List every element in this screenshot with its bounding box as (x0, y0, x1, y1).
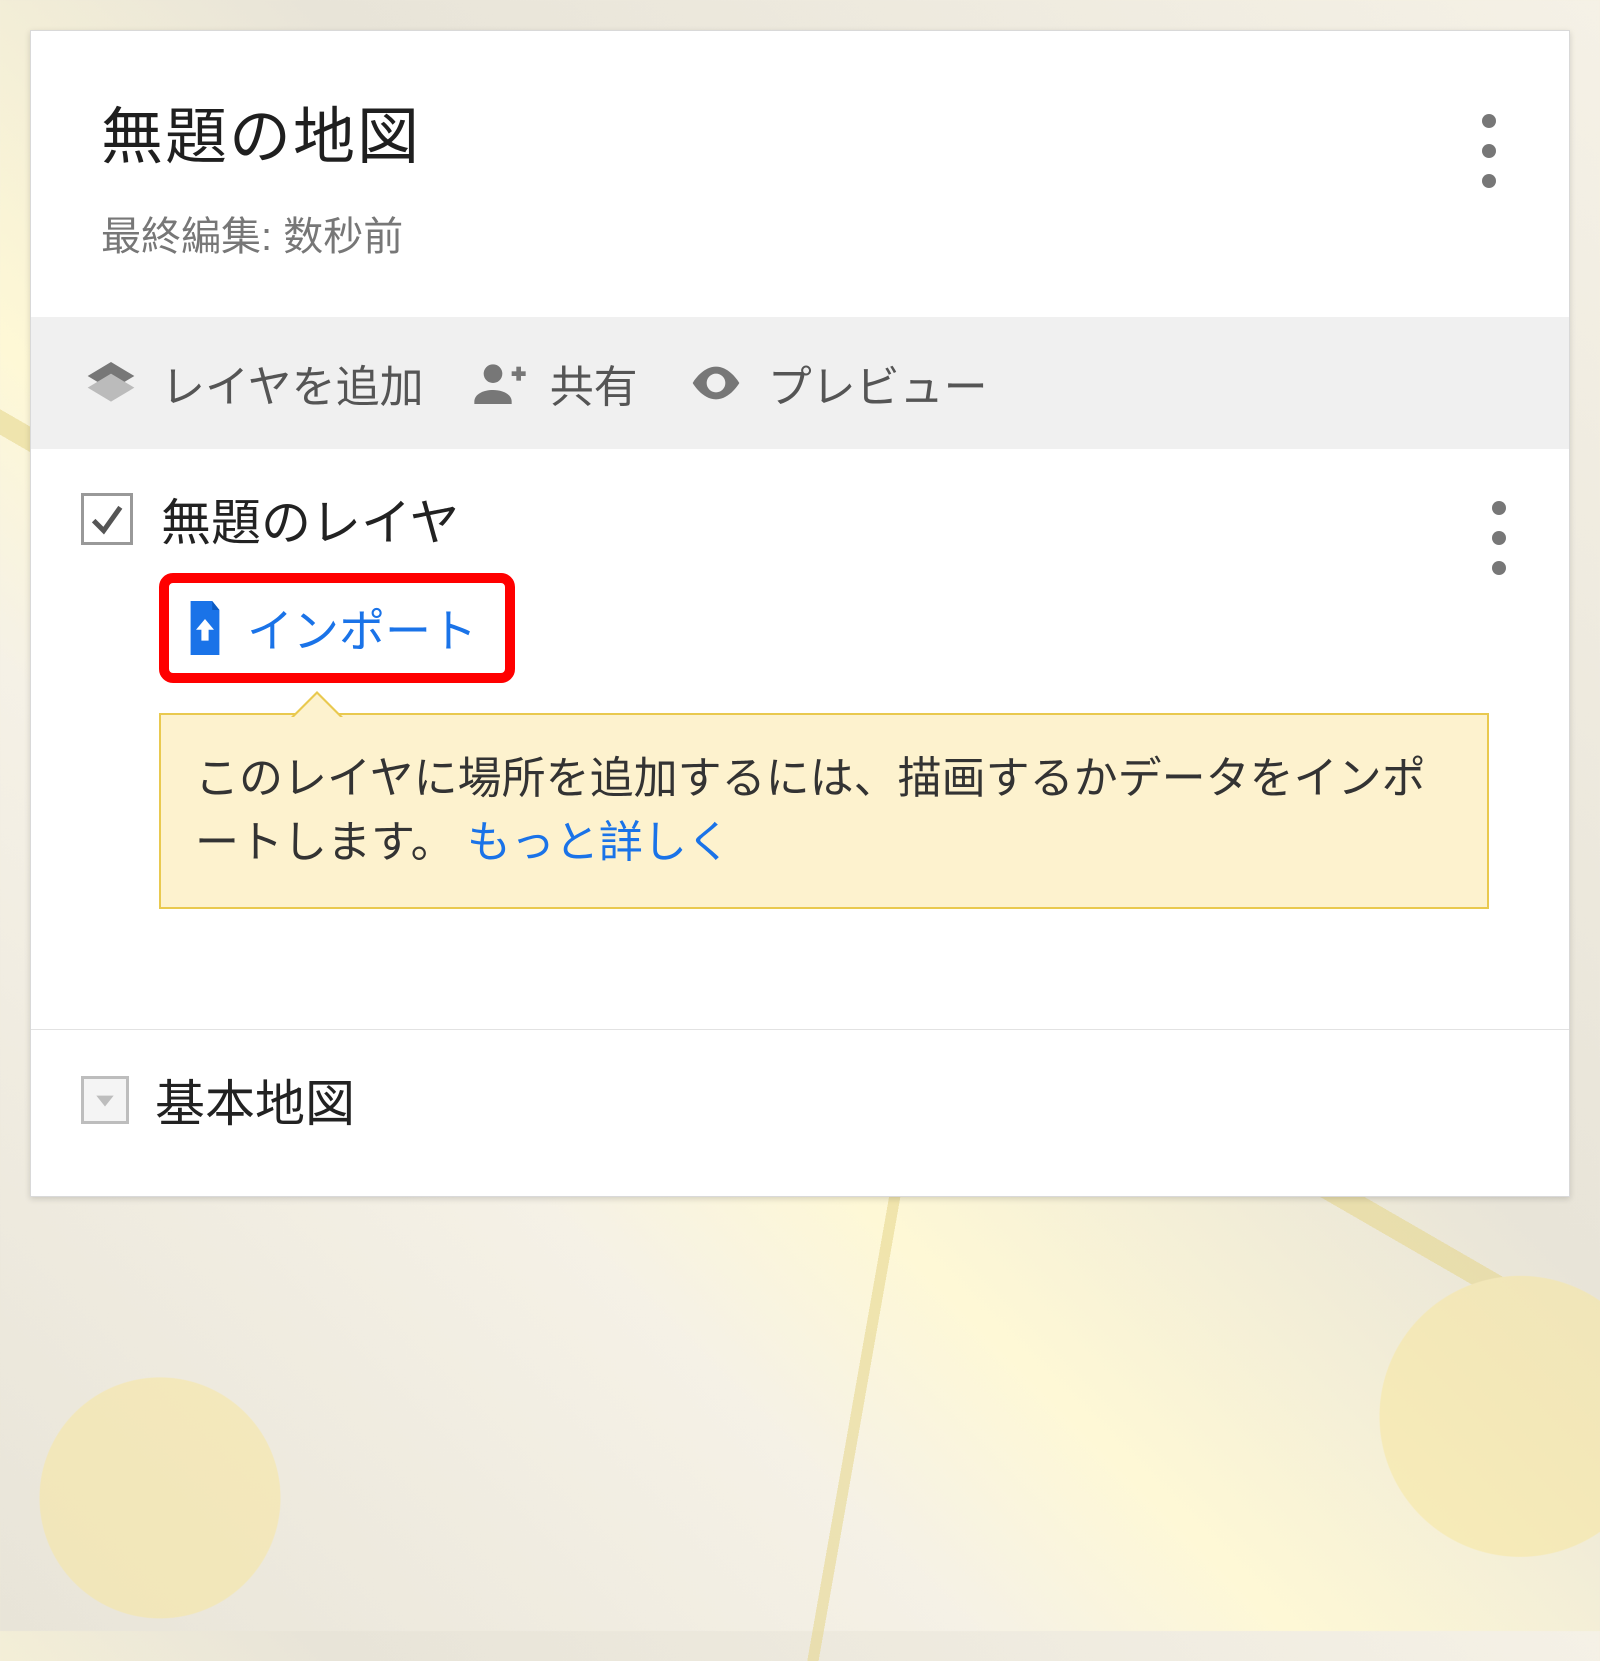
import-button[interactable]: インポート (159, 573, 515, 683)
kebab-dot-icon (1492, 531, 1506, 545)
import-label: インポート (247, 595, 477, 661)
layer-section: 無題のレイヤ インポート このレイヤに場所を追加するには、描画するかデータをイン… (31, 449, 1569, 1029)
person-add-icon (472, 355, 528, 411)
chevron-down-icon (92, 1087, 118, 1113)
share-button[interactable]: 共有 (472, 351, 638, 415)
eye-icon (686, 355, 746, 411)
upload-file-icon (183, 601, 227, 655)
map-editor-panel: 無題の地図 最終編集: 数秒前 レイヤを追加 (30, 30, 1570, 1197)
panel-header: 無題の地図 最終編集: 数秒前 (31, 31, 1569, 317)
map-menu-button[interactable] (1459, 106, 1519, 196)
action-bar: レイヤを追加 共有 プレビュー (31, 317, 1569, 449)
preview-button[interactable]: プレビュー (686, 351, 988, 415)
layer-header: 無題のレイヤ (81, 483, 1519, 555)
layer-name[interactable]: 無題のレイヤ (161, 483, 460, 555)
layer-menu-button[interactable] (1469, 493, 1529, 583)
base-map-label: 基本地図 (155, 1064, 355, 1136)
last-edit-label: 最終編集: 数秒前 (101, 204, 1499, 262)
base-map-dropdown[interactable] (81, 1076, 129, 1124)
add-layer-button[interactable]: レイヤを追加 (83, 351, 424, 415)
layer-tooltip: このレイヤに場所を追加するには、描画するかデータをインポートします。 もっと詳し… (159, 713, 1489, 909)
learn-more-link[interactable]: もっと詳しく (467, 818, 731, 867)
base-map-row: 基本地図 (31, 1029, 1569, 1196)
share-label: 共有 (550, 351, 638, 415)
map-title[interactable]: 無題の地図 (101, 86, 1499, 176)
add-layer-label: レイヤを追加 (161, 351, 424, 415)
layers-icon (83, 355, 139, 411)
kebab-dot-icon (1492, 501, 1506, 515)
tooltip-text: このレイヤに場所を追加するには、描画するかデータをインポートします。 (195, 754, 1426, 867)
check-icon (87, 499, 127, 539)
layer-visibility-checkbox[interactable] (81, 493, 133, 545)
kebab-dot-icon (1482, 114, 1496, 128)
preview-label: プレビュー (768, 351, 988, 415)
kebab-dot-icon (1482, 174, 1496, 188)
kebab-dot-icon (1482, 144, 1496, 158)
kebab-dot-icon (1492, 561, 1506, 575)
